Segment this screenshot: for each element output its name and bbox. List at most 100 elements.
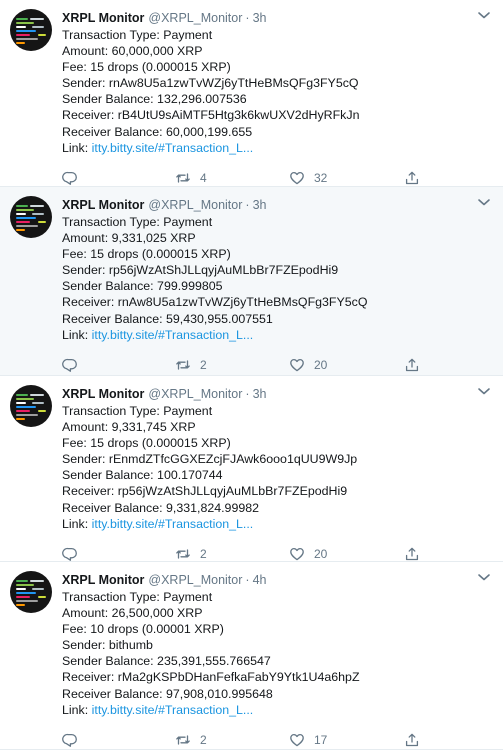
tweet-header: XRPL Monitor @XRPL_Monitor · 3h [62, 385, 491, 403]
timeline-feed: XRPL Monitor @XRPL_Monitor · 3h Transaction … [0, 0, 503, 750]
separator-dot: · [245, 198, 250, 212]
link-label: Link: [62, 516, 89, 531]
like-button[interactable]: 17 [289, 732, 327, 748]
tweet-text-line: Fee: 15 drops (0.000015 XRP) [62, 247, 231, 262]
tweet-text-line: Receiver Balance: 97,908,010.995648 [62, 686, 273, 701]
tweet-text-line: Receiver: rp56jWzAtShJLLqyjAuMLbBr7FZEpo… [62, 484, 348, 499]
tweet-actions: 2 20 [62, 357, 422, 373]
tweet-timestamp[interactable]: 4h [253, 571, 267, 589]
link-label: Link: [62, 702, 89, 717]
tweet-text-line: Transaction Type: Payment [62, 590, 213, 604]
tweet-body: Transaction Type: Payment Amount: 9,331,7… [62, 403, 491, 532]
tweet[interactable]: XRPL Monitor @XRPL_Monitor · 4h Transaction … [0, 562, 503, 750]
author-name[interactable]: XRPL Monitor [62, 196, 144, 214]
avatar[interactable] [10, 9, 52, 51]
tweet-text-line: Sender: rp56jWzAtShJLLqyjAuMLbBr7FZEpodH… [62, 263, 339, 278]
tweet-text-line: Fee: 15 drops (0.000015 XRP) [62, 436, 231, 451]
tweet-text-line: Transaction Type: Payment [62, 404, 213, 418]
author-handle[interactable]: @XRPL_Monitor [148, 9, 242, 27]
chevron-down-icon[interactable] [477, 197, 491, 207]
reply-icon [62, 358, 77, 372]
reply-button[interactable] [62, 170, 87, 186]
tweet-link-line: Link: itty.bitty.site/#Transaction_L... [62, 516, 491, 532]
heart-icon [290, 547, 304, 561]
tweet-text-line: Receiver Balance: 60,000,199.655 [62, 124, 253, 139]
tweet-header: XRPL Monitor @XRPL_Monitor · 3h [62, 196, 491, 214]
tweet-timestamp[interactable]: 3h [253, 196, 267, 214]
tweet-text-line: Transaction Type: Payment [62, 215, 213, 229]
tweet-text-line: Sender: bithumb [62, 638, 153, 653]
share-button[interactable] [404, 546, 420, 562]
share-icon [405, 171, 419, 185]
author-handle[interactable]: @XRPL_Monitor [148, 196, 242, 214]
tweet-text-line: Amount: 26,500,000 XRP [62, 606, 203, 621]
avatar[interactable] [10, 196, 52, 238]
retweet-count: 2 [200, 358, 207, 372]
tweet[interactable]: XRPL Monitor @XRPL_Monitor · 3h Transaction … [0, 376, 503, 562]
chevron-down-icon[interactable] [477, 572, 491, 582]
chevron-down-icon[interactable] [477, 386, 491, 396]
like-count: 20 [314, 547, 328, 561]
tweet-text-line: Receiver: rB4UtU9sAiMTF5Htg3k6kwUXV2dHyR… [62, 108, 360, 123]
tweet-actions: 2 20 [62, 546, 422, 562]
tweet[interactable]: XRPL Monitor @XRPL_Monitor · 3h Transaction … [0, 187, 503, 376]
tweet-body: Transaction Type: Payment Amount: 60,000,… [62, 27, 491, 156]
tweet-text-line: Receiver: rnAw8U5a1zwTvWZj6yTtHeBMsQFg3F… [62, 295, 368, 310]
retweet-button[interactable]: 4 [175, 170, 207, 186]
tweet-text-line: Sender Balance: 100.170744 [62, 468, 223, 483]
tweet-text-line: Receiver Balance: 59,430,955.007551 [62, 311, 273, 326]
tweet-timestamp[interactable]: 3h [253, 385, 267, 403]
transaction-link[interactable]: itty.bitty.site/#Transaction_L... [92, 141, 254, 155]
retweet-button[interactable]: 2 [175, 546, 207, 562]
separator-dot: · [245, 11, 250, 25]
tweet-text-line: Receiver Balance: 9,331,824.99982 [62, 500, 260, 515]
reply-icon [62, 547, 77, 561]
retweet-icon [176, 173, 190, 183]
like-button[interactable]: 32 [289, 170, 327, 186]
tweet-text-line: Amount: 9,331,745 XRP [62, 420, 196, 435]
retweet-button[interactable]: 2 [175, 732, 207, 748]
transaction-link[interactable]: itty.bitty.site/#Transaction_L... [92, 517, 254, 531]
tweet-text-line: Fee: 10 drops (0.00001 XRP) [62, 622, 224, 637]
share-icon [405, 547, 419, 561]
heart-icon [290, 358, 304, 372]
author-name[interactable]: XRPL Monitor [62, 571, 144, 589]
author-name[interactable]: XRPL Monitor [62, 385, 144, 403]
tweet-link-line: Link: itty.bitty.site/#Transaction_L... [62, 327, 491, 343]
tweet-body: Transaction Type: Payment Amount: 26,500,… [62, 589, 491, 718]
retweet-count: 2 [200, 733, 207, 747]
retweet-count: 4 [200, 171, 207, 185]
author-handle[interactable]: @XRPL_Monitor [148, 385, 242, 403]
share-button[interactable] [404, 357, 420, 373]
separator-dot: · [245, 573, 250, 587]
tweet[interactable]: XRPL Monitor @XRPL_Monitor · 3h Transaction … [0, 0, 503, 187]
avatar[interactable] [10, 571, 52, 613]
share-icon [405, 733, 419, 747]
reply-icon [62, 733, 77, 747]
tweet-timestamp[interactable]: 3h [253, 9, 267, 27]
retweet-icon [176, 549, 190, 559]
transaction-link[interactable]: itty.bitty.site/#Transaction_L... [92, 703, 254, 717]
chevron-down-icon[interactable] [477, 10, 491, 20]
share-button[interactable] [404, 732, 420, 748]
tweet-actions: 2 17 [62, 732, 422, 748]
like-button[interactable]: 20 [289, 546, 327, 562]
reply-button[interactable] [62, 732, 87, 748]
reply-icon [62, 171, 77, 185]
reply-button[interactable] [62, 357, 87, 373]
reply-button[interactable] [62, 546, 87, 562]
share-button[interactable] [404, 170, 420, 186]
tweet-actions: 4 32 [62, 170, 422, 186]
retweet-icon [176, 360, 190, 370]
author-name[interactable]: XRPL Monitor [62, 9, 144, 27]
like-count: 32 [314, 171, 328, 185]
heart-icon [290, 733, 304, 747]
author-handle[interactable]: @XRPL_Monitor [148, 571, 242, 589]
retweet-button[interactable]: 2 [175, 357, 207, 373]
tweet-link-line: Link: itty.bitty.site/#Transaction_L... [62, 702, 491, 718]
tweet-body: Transaction Type: Payment Amount: 9,331,0… [62, 214, 491, 343]
separator-dot: · [245, 387, 250, 401]
avatar[interactable] [10, 385, 52, 427]
transaction-link[interactable]: itty.bitty.site/#Transaction_L... [92, 328, 254, 342]
like-button[interactable]: 20 [289, 357, 327, 373]
